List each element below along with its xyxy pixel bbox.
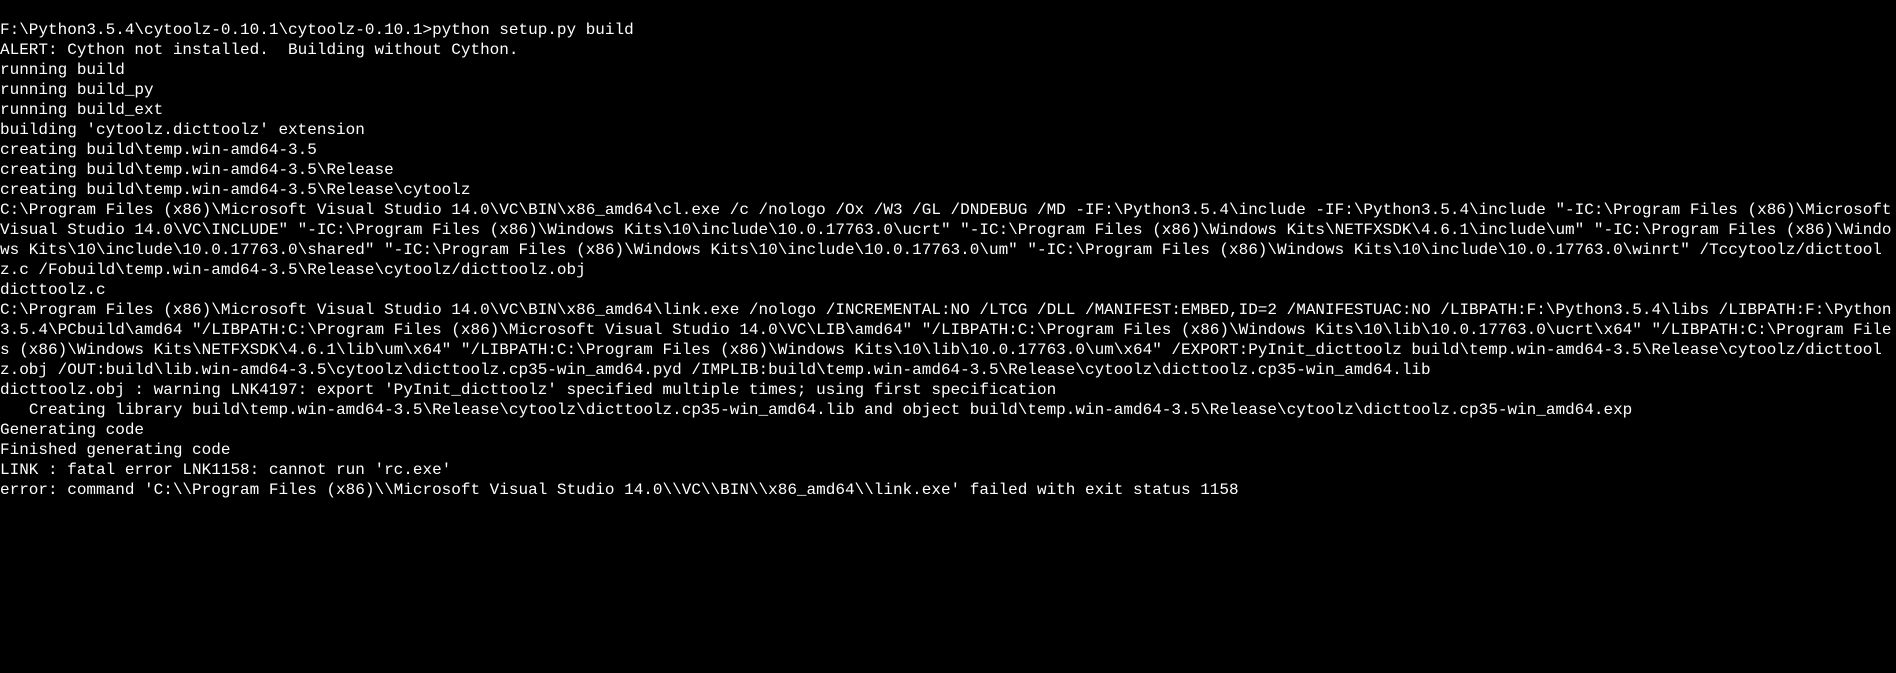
output-line: building 'cytoolz.dicttoolz' extension bbox=[0, 120, 1896, 140]
terminal-output[interactable]: F:\Python3.5.4\cytoolz-0.10.1\cytoolz-0.… bbox=[0, 0, 1896, 520]
output-line: Generating code bbox=[0, 420, 1896, 440]
output-line: running build_ext bbox=[0, 100, 1896, 120]
prompt-line: F:\Python3.5.4\cytoolz-0.10.1\cytoolz-0.… bbox=[0, 20, 1896, 40]
output-line: C:\Program Files (x86)\Microsoft Visual … bbox=[0, 300, 1896, 380]
output-line: Finished generating code bbox=[0, 440, 1896, 460]
output-line: creating build\temp.win-amd64-3.5\Releas… bbox=[0, 160, 1896, 180]
output-line: creating build\temp.win-amd64-3.5 bbox=[0, 140, 1896, 160]
output-line: running build bbox=[0, 60, 1896, 80]
output-line: running build_py bbox=[0, 80, 1896, 100]
output-line: dicttoolz.c bbox=[0, 280, 1896, 300]
output-line: creating build\temp.win-amd64-3.5\Releas… bbox=[0, 180, 1896, 200]
output-line: dicttoolz.obj : warning LNK4197: export … bbox=[0, 380, 1896, 400]
output-line: Creating library build\temp.win-amd64-3.… bbox=[0, 400, 1896, 420]
output-line: ALERT: Cython not installed. Building wi… bbox=[0, 40, 1896, 60]
output-line: C:\Program Files (x86)\Microsoft Visual … bbox=[0, 200, 1896, 280]
output-line: error: command 'C:\\Program Files (x86)\… bbox=[0, 480, 1896, 500]
output-line: LINK : fatal error LNK1158: cannot run '… bbox=[0, 460, 1896, 480]
